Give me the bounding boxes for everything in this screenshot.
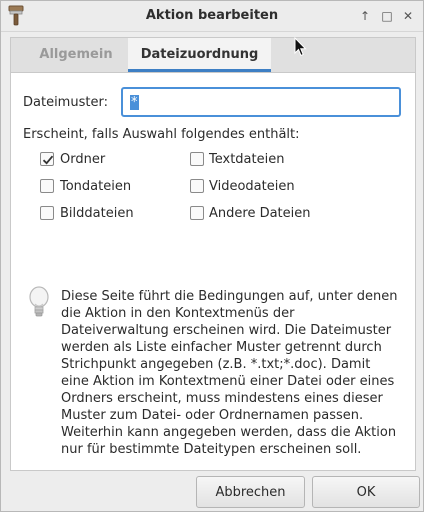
checkbox-audio-files-label[interactable]: Tondateien: [60, 179, 131, 194]
tab-allgemein[interactable]: Allgemein: [21, 38, 131, 72]
lightbulb-icon: [29, 286, 49, 317]
file-pattern-value: *: [130, 95, 139, 110]
checkbox-audio-files[interactable]: [40, 179, 54, 193]
keep-above-icon[interactable]: ↑: [357, 8, 373, 24]
checkbox-text-files-label[interactable]: Textdateien: [209, 152, 284, 167]
checkbox-folder-label[interactable]: Ordner: [60, 152, 105, 167]
notebook: Allgemein Dateizuordnung Dateimuster: * …: [10, 37, 416, 471]
checkbox-text-files[interactable]: [190, 152, 204, 166]
appears-if-label: Erscheint, falls Auswahl folgendes enthä…: [23, 127, 300, 142]
titlebar[interactable]: Aktion bearbeiten ↑ □ ✕: [1, 1, 423, 32]
checkbox-image-files-label[interactable]: Bilddateien: [60, 206, 134, 221]
cancel-button[interactable]: Abbrechen: [196, 476, 305, 508]
checkbox-folder[interactable]: [40, 152, 54, 166]
file-pattern-label: Dateimuster:: [23, 95, 108, 110]
file-pattern-input[interactable]: *: [121, 87, 401, 117]
dialog-window: Aktion bearbeiten ↑ □ ✕ Allgemein Dateiz…: [0, 0, 424, 512]
checkbox-other-files[interactable]: [190, 206, 204, 220]
checkmark-icon: [42, 155, 54, 165]
checkbox-video-files[interactable]: [190, 179, 204, 193]
ok-button[interactable]: OK: [312, 476, 420, 508]
maximize-icon[interactable]: □: [379, 8, 395, 24]
tab-bar: Allgemein Dateizuordnung: [11, 38, 415, 73]
checkbox-video-files-label[interactable]: Videodateien: [209, 179, 295, 194]
mouse-pointer-icon: [294, 37, 307, 57]
checkbox-other-files-label[interactable]: Andere Dateien: [209, 206, 311, 221]
checkbox-image-files[interactable]: [40, 206, 54, 220]
info-text: Diese Seite führt die Bedingungen auf, u…: [61, 289, 398, 457]
tab-dateizuordnung[interactable]: Dateizuordnung: [128, 38, 271, 72]
close-icon[interactable]: ✕: [400, 8, 416, 24]
